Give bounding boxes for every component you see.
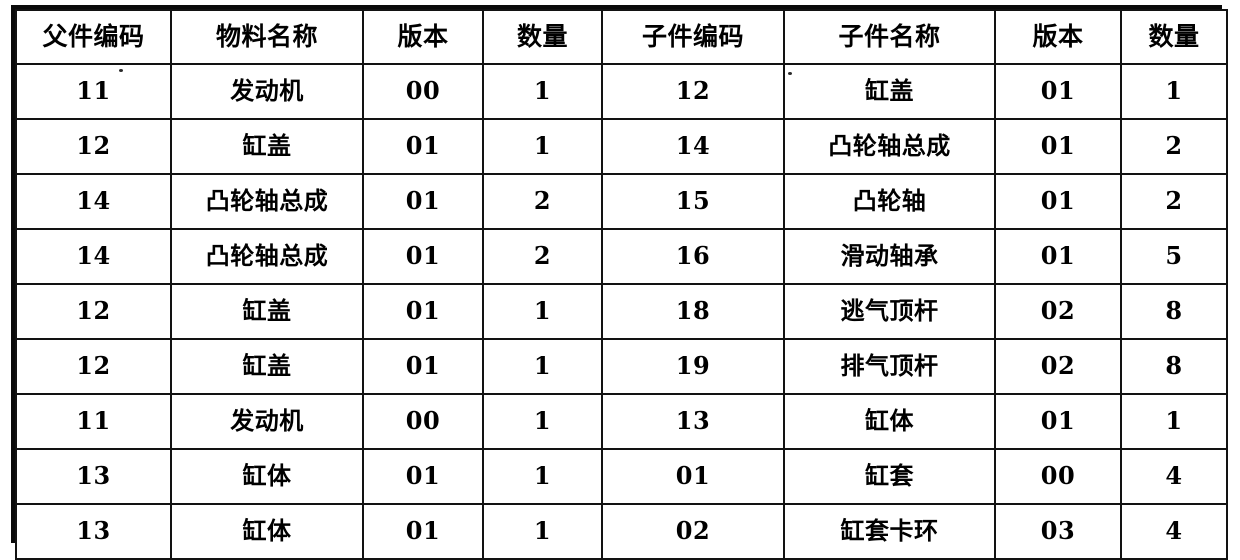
cell-child-name: 缸体	[783, 393, 996, 450]
cell-child-code: 13	[601, 393, 785, 450]
table-row: 14 凸轮轴总成 01 2 15 凸轮轴 01 2	[15, 173, 1228, 230]
cell-child-name: 逃气顶杆	[783, 283, 996, 340]
cell-child-code: 01	[601, 448, 785, 505]
table-row: 13 缸体 01 1 02 缸套卡环 03 4	[15, 503, 1228, 560]
cell-version-1: 01	[362, 228, 484, 285]
column-header-version-1: 版本	[362, 9, 484, 65]
cell-parent-code: 12	[15, 118, 172, 175]
cell-version-2: 01	[994, 173, 1122, 230]
cell-quantity-1: 1	[482, 283, 603, 340]
header-row: 父件编码 物料名称 版本 数量 子件编码 子件名称 版本 数量	[15, 9, 1228, 65]
cell-quantity-1: 1	[482, 118, 603, 175]
cell-version-2: 02	[994, 283, 1122, 340]
cell-child-code: 18	[601, 283, 785, 340]
cell-parent-code: 14	[15, 228, 172, 285]
cell-parent-code: 14	[15, 173, 172, 230]
cell-version-1: 01	[362, 173, 484, 230]
table-row: 12 缸盖 01 1 19 排气顶杆 02 8	[15, 338, 1228, 395]
cell-quantity-1: 2	[482, 228, 603, 285]
cell-version-1: 01	[362, 448, 484, 505]
column-header-child-name: 子件名称	[783, 9, 996, 65]
cell-parent-code: 13	[15, 448, 172, 505]
cell-material-name: 缸体	[170, 503, 364, 560]
cell-material-name: 凸轮轴总成	[170, 228, 364, 285]
table-row: 12 缸盖 01 1 14 凸轮轴总成 01 2	[15, 118, 1228, 175]
cell-quantity-1: 1	[482, 448, 603, 505]
cell-parent-code: 12	[15, 338, 172, 395]
cell-parent-code: 13	[15, 503, 172, 560]
cell-quantity-2: 8	[1120, 338, 1228, 395]
cell-material-name: 凸轮轴总成	[170, 173, 364, 230]
cell-child-code: 14	[601, 118, 785, 175]
cell-quantity-1: 1	[482, 503, 603, 560]
cell-child-name: 凸轮轴	[783, 173, 996, 230]
table-row: 11 发动机 00 1 12 缸盖 01 1	[15, 63, 1228, 120]
cell-quantity-2: 1	[1120, 393, 1228, 450]
cell-child-name: 凸轮轴总成	[783, 118, 996, 175]
cell-quantity-2: 1	[1120, 63, 1228, 120]
cell-material-name: 缸体	[170, 448, 364, 505]
cell-version-1: 00	[362, 63, 484, 120]
cell-quantity-1: 1	[482, 393, 603, 450]
cell-child-code: 15	[601, 173, 785, 230]
cell-quantity-1: 1	[482, 63, 603, 120]
cell-version-1: 01	[362, 503, 484, 560]
cell-child-code: 12	[601, 63, 785, 120]
cell-quantity-2: 4	[1120, 448, 1228, 505]
cell-quantity-2: 4	[1120, 503, 1228, 560]
column-header-version-2: 版本	[994, 9, 1122, 65]
column-header-material-name: 物料名称	[170, 9, 364, 65]
cell-quantity-2: 5	[1120, 228, 1228, 285]
cell-quantity-2: 2	[1120, 118, 1228, 175]
cell-version-2: 01	[994, 228, 1122, 285]
cell-quantity-2: 2	[1120, 173, 1228, 230]
cell-material-name: 缸盖	[170, 338, 364, 395]
cell-material-name: 发动机	[170, 393, 364, 450]
cell-child-name: 缸盖	[783, 63, 996, 120]
table-body: 11 发动机 00 1 12 缸盖 01 1 12 缸盖 01 1 14 凸轮轴…	[15, 63, 1228, 560]
cell-quantity-1: 1	[482, 338, 603, 395]
column-header-parent-code: 父件编码	[15, 9, 172, 65]
column-header-child-code: 子件编码	[601, 9, 785, 65]
cell-version-2: 01	[994, 118, 1122, 175]
cell-material-name: 缸盖	[170, 283, 364, 340]
cell-version-1: 00	[362, 393, 484, 450]
cell-quantity-1: 2	[482, 173, 603, 230]
cell-version-2: 00	[994, 448, 1122, 505]
table-row: 14 凸轮轴总成 01 2 16 滑动轴承 01 5	[15, 228, 1228, 285]
cell-version-1: 01	[362, 283, 484, 340]
bom-table-container: 父件编码 物料名称 版本 数量 子件编码 子件名称 版本 数量 11 发动机 0…	[11, 5, 1228, 560]
cell-version-2: 02	[994, 338, 1122, 395]
table-row: 12 缸盖 01 1 18 逃气顶杆 02 8	[15, 283, 1228, 340]
bom-table: 父件编码 物料名称 版本 数量 子件编码 子件名称 版本 数量 11 发动机 0…	[15, 9, 1228, 560]
cell-version-1: 01	[362, 118, 484, 175]
cell-version-1: 01	[362, 338, 484, 395]
cell-child-code: 19	[601, 338, 785, 395]
cell-parent-code: 11	[15, 393, 172, 450]
table-row: 11 发动机 00 1 13 缸体 01 1	[15, 393, 1228, 450]
cell-parent-code: 11	[15, 63, 172, 120]
cell-child-code: 16	[601, 228, 785, 285]
table-header: 父件编码 物料名称 版本 数量 子件编码 子件名称 版本 数量	[15, 9, 1228, 65]
cell-child-name: 滑动轴承	[783, 228, 996, 285]
cell-quantity-2: 8	[1120, 283, 1228, 340]
cell-child-name: 缸套卡环	[783, 503, 996, 560]
column-header-quantity-1: 数量	[482, 9, 603, 65]
cell-version-2: 03	[994, 503, 1122, 560]
cell-material-name: 缸盖	[170, 118, 364, 175]
cell-child-name: 缸套	[783, 448, 996, 505]
cell-version-2: 01	[994, 63, 1122, 120]
table-row: 13 缸体 01 1 01 缸套 00 4	[15, 448, 1228, 505]
cell-child-name: 排气顶杆	[783, 338, 996, 395]
cell-parent-code: 12	[15, 283, 172, 340]
cell-child-code: 02	[601, 503, 785, 560]
cell-material-name: 发动机	[170, 63, 364, 120]
column-header-quantity-2: 数量	[1120, 9, 1228, 65]
cell-version-2: 01	[994, 393, 1122, 450]
